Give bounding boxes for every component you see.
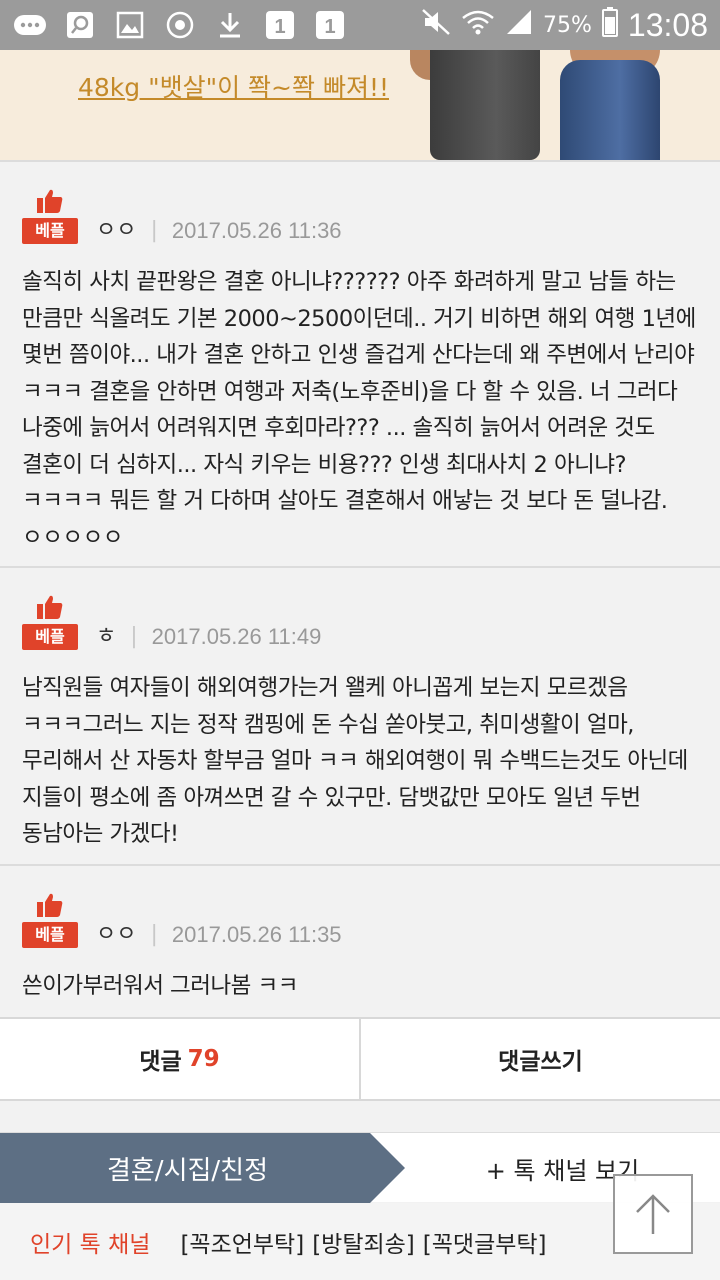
divider: | [150, 922, 158, 947]
comment-body: 쓴이가부러워서 그러나봄 ㅋㅋ [22, 973, 298, 999]
best-comment-badge: 베플 [22, 188, 78, 244]
comment-author: ㅎ [96, 624, 117, 649]
divider: | [130, 624, 138, 649]
svg-text:1: 1 [274, 16, 285, 38]
comment-author: ㅇㅇ [96, 922, 137, 947]
popular-channel-link[interactable]: [방탈죄송] [312, 1225, 415, 1259]
comments-count: 79 [187, 1046, 220, 1072]
thumbs-up-icon [37, 189, 63, 213]
svg-text:1: 1 [324, 16, 335, 38]
signal-icon [505, 8, 533, 42]
comment-body: 솔직히 사치 끝판왕은 결혼 아니냐?????? 아주 화려하게 말고 남들 하… [22, 269, 696, 551]
arrow-up-icon [636, 1194, 670, 1234]
best-comment-badge: 베플 [22, 892, 78, 948]
best-label: 베플 [22, 922, 78, 948]
battery-percent: 75% [543, 12, 592, 38]
comment-item: 베플 ㅇㅇ | 2017.05.26 11:36 솔직히 사치 끝판왕은 결혼 … [0, 160, 720, 566]
best-label: 베플 [22, 218, 78, 244]
ad-text[interactable]: 48kg "뱃살"이 쫙~쫙 빠져!! [78, 68, 389, 104]
thumbs-up-icon [37, 893, 63, 917]
divider: | [150, 218, 158, 243]
comment-date: 2017.05.26 11:49 [151, 624, 322, 649]
ad-image-after [560, 60, 660, 160]
comment-body: 남직원들 여자들이 해외여행가는거 왤케 아니꼽게 보는지 모르겠음 ㅋㅋㅋ그러… [22, 675, 688, 847]
best-label: 베플 [22, 624, 78, 650]
channel-tag-label: 결혼/시집/친정 [106, 1155, 269, 1186]
popular-channels-label: 인기 톡 채널 [30, 1231, 151, 1258]
popular-channel-link[interactable]: [꼭댓글부탁] [423, 1225, 547, 1259]
wifi-icon [461, 8, 495, 42]
status-bar: 1 1 75% 13:08 [0, 0, 720, 50]
comment-author: ㅇㅇ [96, 218, 137, 243]
comment-date: 2017.05.26 11:35 [171, 922, 342, 947]
notification-2-icon: 1 [312, 10, 348, 40]
sync-icon [162, 10, 198, 40]
gallery-icon [112, 10, 148, 40]
comment-date: 2017.05.26 11:36 [171, 218, 342, 243]
battery-icon [601, 7, 618, 43]
search-app-icon [62, 10, 98, 40]
notification-1-icon: 1 [262, 10, 298, 40]
scroll-to-top-button[interactable] [613, 1174, 693, 1254]
comment-item: 베플 ㅇㅇ | 2017.05.26 11:35 쓴이가부러워서 그러나봄 ㅋㅋ [0, 864, 720, 1017]
ad-banner[interactable]: 48kg "뱃살"이 쫙~쫙 빠져!! [0, 50, 720, 160]
download-icon [212, 10, 248, 40]
channel-tag[interactable]: 결혼/시집/친정 [0, 1133, 405, 1203]
thumbs-up-icon [37, 595, 63, 619]
mute-icon [421, 8, 451, 42]
clock: 13:08 [627, 6, 708, 43]
ad-image-before [430, 50, 540, 160]
channel-bar: 결혼/시집/친정 + 톡 채널 보기 [0, 1132, 720, 1203]
write-comment-button[interactable]: 댓글쓰기 [359, 1019, 720, 1099]
message-icon [12, 10, 48, 40]
comment-action-bar: 댓글 79 댓글쓰기 [0, 1017, 720, 1101]
popular-channels-bar: 인기 톡 채널 [꼭조언부탁] [방탈죄송] [꼭댓글부탁] [0, 1203, 720, 1280]
comment-item: 베플 ㅎ | 2017.05.26 11:49 남직원들 여자들이 해외여행가는… [0, 566, 720, 864]
popular-channel-link[interactable]: [꼭조언부탁] [180, 1225, 304, 1259]
best-comment-badge: 베플 [22, 594, 78, 650]
comments-label: 댓글 [139, 1049, 182, 1075]
comments-count-button[interactable]: 댓글 79 [0, 1019, 359, 1099]
write-comment-label: 댓글쓰기 [498, 1049, 583, 1075]
